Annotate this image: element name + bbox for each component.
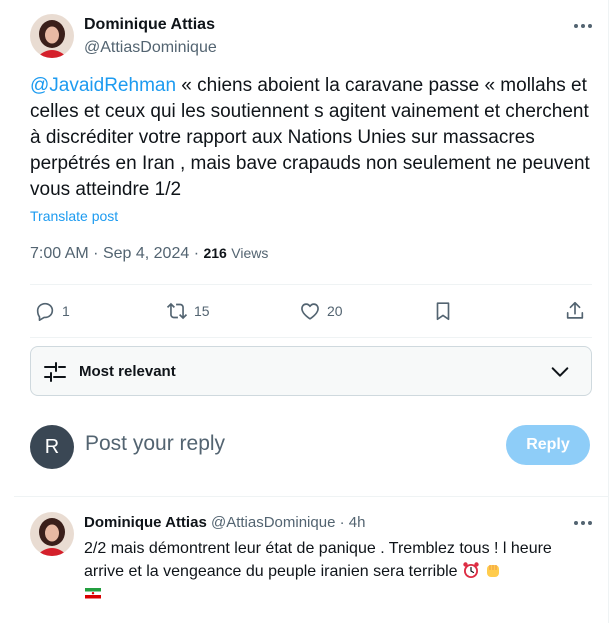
tweet-text: @JavaidRehman « chiens aboient la carava…: [30, 73, 590, 203]
divider: [30, 284, 592, 285]
reply-tweet-text: 2/2 mais démontrent leur état de panique…: [84, 537, 584, 606]
column-border: [608, 0, 609, 623]
like-action-button[interactable]: 20: [299, 298, 343, 324]
sort-replies-dropdown[interactable]: Most relevant: [30, 346, 592, 396]
reply-author-name[interactable]: Dominique Attias: [84, 514, 207, 531]
divider: [30, 337, 592, 338]
sort-label: Most relevant: [79, 363, 176, 380]
iran-flag-icon: [85, 588, 101, 599]
mention-link[interactable]: @JavaidRehman: [30, 75, 176, 96]
tweet-time[interactable]: 7:00 AM: [30, 245, 89, 262]
reply-action-button[interactable]: 1: [34, 298, 70, 324]
repost-count: 15: [194, 303, 210, 319]
reply-author-handle[interactable]: @AttiasDominique: [211, 514, 335, 531]
reply-input[interactable]: [85, 432, 465, 456]
reply-author-avatar[interactable]: [30, 512, 74, 556]
share-upload-icon: [566, 301, 584, 319]
reply-author-line: Dominique Attias @AttiasDominique · 4h: [84, 514, 366, 531]
sliders-icon: [44, 362, 66, 382]
chevron-down-icon: [551, 367, 569, 377]
repost-arrows-icon: [166, 302, 188, 320]
raised-fist-icon: [487, 565, 500, 577]
author-avatar[interactable]: [30, 14, 74, 58]
translate-post-link[interactable]: Translate post: [30, 208, 118, 224]
author-name[interactable]: Dominique Attias: [84, 16, 215, 34]
more-options-button[interactable]: [572, 18, 594, 34]
divider: [14, 496, 608, 497]
bookmark-icon: [436, 302, 450, 321]
more-dots-icon: [574, 521, 578, 525]
tweet-date[interactable]: Sep 4, 2024: [103, 245, 189, 262]
bookmark-button[interactable]: [432, 298, 454, 324]
tweet-meta: 7:00 AM · Sep 4, 2024 · 216 Views: [30, 245, 269, 262]
current-user-avatar[interactable]: R: [30, 425, 74, 469]
reply-age[interactable]: 4h: [349, 514, 366, 531]
share-button[interactable]: [564, 298, 586, 324]
views-label: Views: [231, 245, 269, 261]
author-handle[interactable]: @AttiasDominique: [84, 39, 217, 57]
alarm-clock-icon: [463, 562, 479, 578]
reply-button[interactable]: Reply: [506, 425, 590, 465]
repost-action-button[interactable]: 15: [166, 298, 210, 324]
views-count: 216: [203, 245, 227, 261]
heart-icon: [301, 303, 319, 320]
reply-count: 1: [62, 303, 70, 319]
more-dots-icon: [574, 24, 578, 28]
like-count: 20: [327, 303, 343, 319]
reply-more-options-button[interactable]: [572, 515, 594, 531]
speech-bubble-icon: [36, 302, 54, 321]
